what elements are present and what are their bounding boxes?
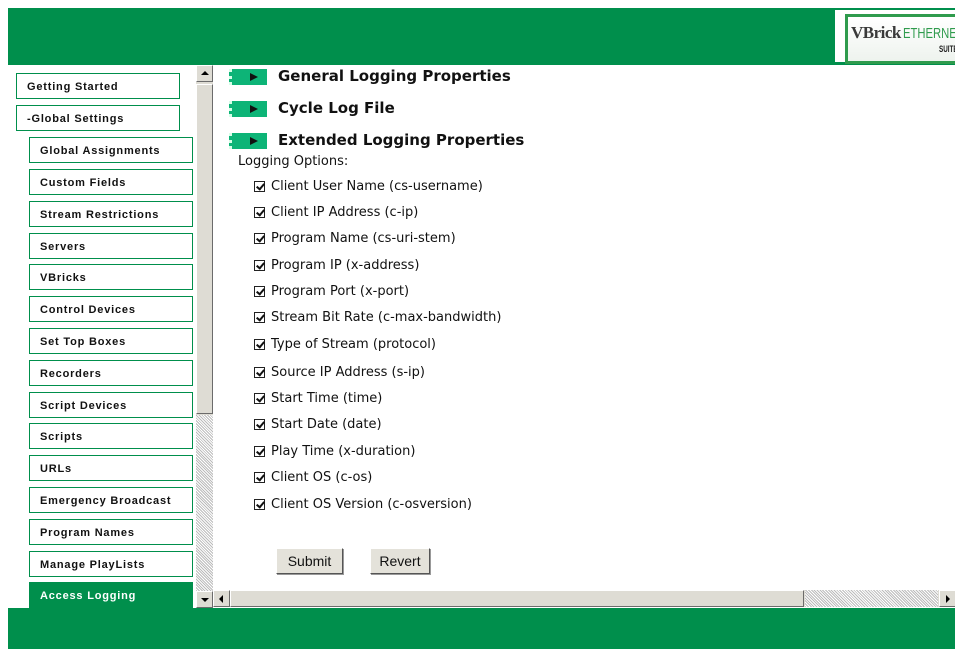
arrow-left-icon [219,595,223,603]
horizontal-scroll-thumb[interactable] [230,590,804,607]
sidebar-item-custom-fields[interactable]: Custom Fields [29,169,193,195]
option-label: Type of Stream (protocol) [271,337,436,352]
option-label: Program Port (x-port) [271,284,410,299]
checkbox-checked[interactable] [254,207,265,218]
checkbox-checked[interactable] [254,419,265,430]
logging-options-label: Logging Options: [238,154,349,169]
section-title[interactable]: General Logging Properties [278,67,511,85]
vertical-scroll-thumb[interactable] [196,84,213,414]
submit-button[interactable]: Submit [276,548,343,574]
revert-button[interactable]: Revert [370,548,430,574]
checkbox-checked[interactable] [254,393,265,404]
arrow-up-icon [201,71,209,75]
checkbox-checked[interactable] [254,260,265,271]
section-title[interactable]: Extended Logging Properties [278,131,524,149]
checkbox-checked[interactable] [254,233,265,244]
option-label: Stream Bit Rate (c-max-bandwidth) [271,310,502,325]
sidebar-item-global-settings[interactable]: -Global Settings [16,105,180,131]
sidebar-item-servers[interactable]: Servers [29,233,193,259]
option-label: Client OS (c-os) [271,470,373,485]
checkbox-checked[interactable] [254,499,265,510]
option-label: Start Date (date) [271,417,382,432]
header-bar [8,8,955,65]
sidebar-vertical-scrollbar[interactable] [196,65,213,608]
vertical-scroll-track[interactable] [196,415,213,591]
sidebar-item-access-logging[interactable]: Access Logging [29,582,193,608]
play-arrow-icon[interactable] [229,101,267,117]
scroll-up-button[interactable] [196,65,213,82]
checkbox-checked[interactable] [254,286,265,297]
option-label: Program IP (x-address) [271,258,420,273]
sidebar-item-manage-playlists[interactable]: Manage PlayLists [29,551,193,577]
checkbox-checked[interactable] [254,312,265,323]
option-label: Source IP Address (s-ip) [271,365,425,380]
logo-suite: SUITE [939,44,955,54]
sidebar-item-program-names[interactable]: Program Names [29,519,193,545]
sidebar-item-control-devices[interactable]: Control Devices [29,296,193,322]
option-label: Program Name (cs-uri-stem) [271,231,456,246]
sidebar-item-stream-restrictions[interactable]: Stream Restrictions [29,201,193,227]
scroll-left-button[interactable] [213,590,230,607]
sidebar-item-set-top-boxes[interactable]: Set Top Boxes [29,328,193,354]
vbrick-logo: VBrick ETHERNET SUITE [835,10,955,64]
checkbox-checked[interactable] [254,181,265,192]
sidebar-item-recorders[interactable]: Recorders [29,360,193,386]
scroll-right-button[interactable] [939,590,955,607]
sidebar-item-script-devices[interactable]: Script Devices [29,392,193,418]
option-label: Start Time (time) [271,391,383,406]
sidebar-item-emergency-broadcast[interactable]: Emergency Broadcast [29,487,193,513]
option-label: Client OS Version (c-osversion) [271,497,472,512]
logo-brand: VBrick [851,23,901,42]
sidebar-item-scripts[interactable]: Scripts [29,423,193,449]
play-arrow-icon[interactable] [229,133,267,149]
scroll-down-button[interactable] [196,591,213,608]
logo-product: ETHERNET [903,25,955,42]
checkbox-checked[interactable] [254,367,265,378]
arrow-down-icon [201,598,209,602]
option-label: Client IP Address (c-ip) [271,205,419,220]
play-arrow-icon[interactable] [229,69,267,85]
option-label: Play Time (x-duration) [271,444,416,459]
sidebar-item-urls[interactable]: URLs [29,455,193,481]
arrow-right-icon [946,595,950,603]
footer-bar [8,608,955,649]
content-horizontal-scrollbar[interactable] [213,590,955,607]
section-title[interactable]: Cycle Log File [278,99,395,117]
sidebar-nav: Getting Started -Global Settings Global … [8,65,196,608]
sidebar-item-vbricks[interactable]: VBricks [29,264,193,290]
checkbox-checked[interactable] [254,339,265,350]
sidebar-item-getting-started[interactable]: Getting Started [16,73,180,99]
checkbox-checked[interactable] [254,472,265,483]
checkbox-checked[interactable] [254,446,265,457]
sidebar-item-global-assignments[interactable]: Global Assignments [29,137,193,163]
option-label: Client User Name (cs-username) [271,179,483,194]
horizontal-scroll-track[interactable] [805,590,938,607]
